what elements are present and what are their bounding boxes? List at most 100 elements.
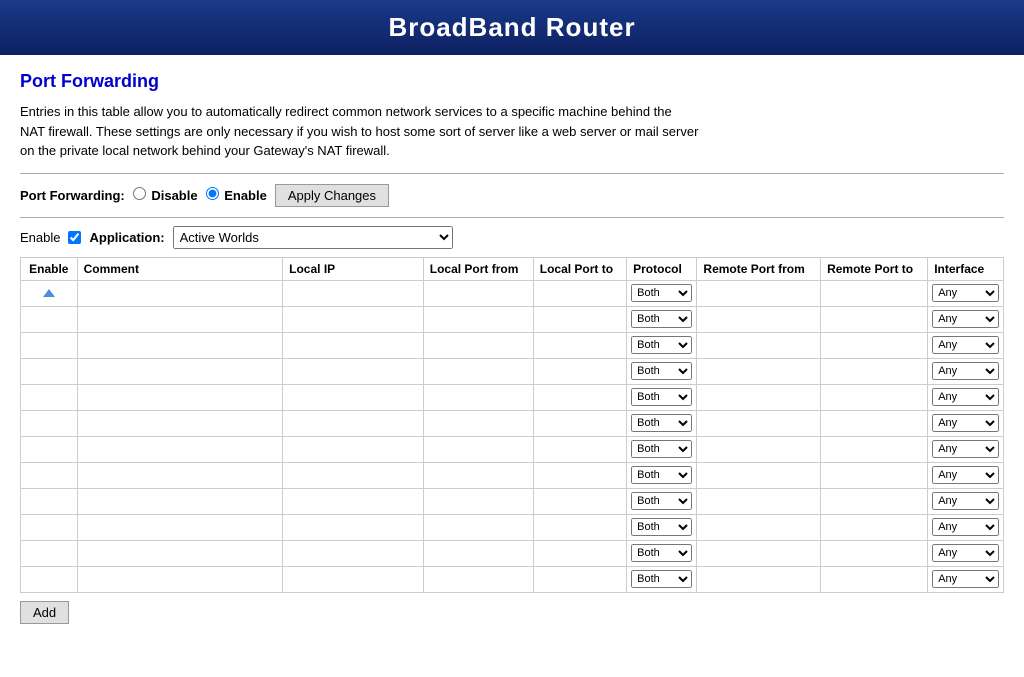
protocol-select[interactable]: BothTCPUDP bbox=[631, 414, 692, 432]
local-port-to-input[interactable] bbox=[538, 312, 622, 326]
local-port-from-input[interactable] bbox=[428, 286, 529, 300]
local-ip-input[interactable] bbox=[287, 286, 419, 300]
comment-input[interactable] bbox=[82, 442, 279, 456]
interface-select[interactable]: AnyWANLAN bbox=[932, 544, 999, 562]
remote-port-from-input[interactable] bbox=[701, 572, 816, 586]
interface-select[interactable]: AnyWANLAN bbox=[932, 518, 999, 536]
comment-input[interactable] bbox=[82, 416, 279, 430]
local-port-to-input[interactable] bbox=[538, 494, 622, 508]
local-port-to-input[interactable] bbox=[538, 442, 622, 456]
local-port-from-input[interactable] bbox=[428, 494, 529, 508]
local-port-from-input[interactable] bbox=[428, 520, 529, 534]
local-ip-input[interactable] bbox=[287, 416, 419, 430]
protocol-select[interactable]: BothTCPUDP bbox=[631, 440, 692, 458]
remote-port-to-input[interactable] bbox=[825, 364, 923, 378]
remote-port-from-input[interactable] bbox=[701, 338, 816, 352]
protocol-select[interactable]: BothTCPUDP bbox=[631, 466, 692, 484]
local-ip-input[interactable] bbox=[287, 546, 419, 560]
remote-port-from-input[interactable] bbox=[701, 546, 816, 560]
local-port-to-input[interactable] bbox=[538, 338, 622, 352]
application-select[interactable]: Active Worlds AIM BitTorrent FTP HTTP HT… bbox=[173, 226, 453, 249]
remote-port-to-input[interactable] bbox=[825, 468, 923, 482]
local-port-from-input[interactable] bbox=[428, 390, 529, 404]
local-ip-input[interactable] bbox=[287, 390, 419, 404]
remote-port-from-input[interactable] bbox=[701, 468, 816, 482]
local-port-to-input[interactable] bbox=[538, 546, 622, 560]
local-port-from-input[interactable] bbox=[428, 442, 529, 456]
local-ip-input[interactable] bbox=[287, 494, 419, 508]
local-port-to-input[interactable] bbox=[538, 468, 622, 482]
remote-port-to-input[interactable] bbox=[825, 390, 923, 404]
local-ip-input[interactable] bbox=[287, 364, 419, 378]
interface-select[interactable]: AnyWANLAN bbox=[932, 466, 999, 484]
local-ip-input[interactable] bbox=[287, 442, 419, 456]
remote-port-to-input[interactable] bbox=[825, 494, 923, 508]
add-button[interactable]: Add bbox=[20, 601, 69, 624]
remote-port-from-input[interactable] bbox=[701, 520, 816, 534]
interface-select[interactable]: AnyWANLAN bbox=[932, 336, 999, 354]
disable-radio[interactable] bbox=[133, 187, 146, 200]
remote-port-to-input[interactable] bbox=[825, 520, 923, 534]
local-port-from-input[interactable] bbox=[428, 572, 529, 586]
protocol-select[interactable]: BothTCPUDP bbox=[631, 492, 692, 510]
local-ip-input[interactable] bbox=[287, 468, 419, 482]
protocol-select[interactable]: BothTCPUDP bbox=[631, 310, 692, 328]
interface-select[interactable]: AnyWANLAN bbox=[932, 388, 999, 406]
remote-port-from-input[interactable] bbox=[701, 286, 816, 300]
interface-select[interactable]: AnyWANLAN bbox=[932, 284, 999, 302]
enable-radio[interactable] bbox=[206, 187, 219, 200]
remote-port-from-input[interactable] bbox=[701, 494, 816, 508]
protocol-select[interactable]: BothTCPUDP bbox=[631, 388, 692, 406]
enable-checkbox[interactable] bbox=[68, 231, 81, 244]
interface-select[interactable]: AnyWANLAN bbox=[932, 362, 999, 380]
interface-select[interactable]: AnyWANLAN bbox=[932, 414, 999, 432]
local-port-to-input[interactable] bbox=[538, 572, 622, 586]
comment-input[interactable] bbox=[82, 572, 279, 586]
local-ip-input[interactable] bbox=[287, 520, 419, 534]
apply-changes-button[interactable]: Apply Changes bbox=[275, 184, 389, 207]
remote-port-to-input[interactable] bbox=[825, 442, 923, 456]
local-port-to-input[interactable] bbox=[538, 390, 622, 404]
local-port-from-input[interactable] bbox=[428, 364, 529, 378]
remote-port-from-input[interactable] bbox=[701, 416, 816, 430]
remote-port-to-input[interactable] bbox=[825, 416, 923, 430]
protocol-select[interactable]: BothTCPUDP bbox=[631, 570, 692, 588]
local-port-from-input[interactable] bbox=[428, 312, 529, 326]
comment-input[interactable] bbox=[82, 338, 279, 352]
local-port-to-input[interactable] bbox=[538, 416, 622, 430]
remote-port-from-input[interactable] bbox=[701, 390, 816, 404]
remote-port-to-input[interactable] bbox=[825, 546, 923, 560]
comment-input[interactable] bbox=[82, 364, 279, 378]
local-port-from-input[interactable] bbox=[428, 338, 529, 352]
comment-input[interactable] bbox=[82, 546, 279, 560]
comment-input[interactable] bbox=[82, 520, 279, 534]
local-port-to-input[interactable] bbox=[538, 364, 622, 378]
remote-port-to-input[interactable] bbox=[825, 572, 923, 586]
remote-port-from-input[interactable] bbox=[701, 312, 816, 326]
local-ip-input[interactable] bbox=[287, 572, 419, 586]
interface-select[interactable]: AnyWANLAN bbox=[932, 310, 999, 328]
comment-input[interactable] bbox=[82, 286, 279, 300]
local-port-from-input[interactable] bbox=[428, 546, 529, 560]
remote-port-to-input[interactable] bbox=[825, 312, 923, 326]
comment-input[interactable] bbox=[82, 468, 279, 482]
comment-input[interactable] bbox=[82, 312, 279, 326]
remote-port-from-input[interactable] bbox=[701, 364, 816, 378]
remote-port-to-input[interactable] bbox=[825, 338, 923, 352]
interface-select[interactable]: AnyWANLAN bbox=[932, 492, 999, 510]
comment-input[interactable] bbox=[82, 390, 279, 404]
protocol-select[interactable]: BothTCPUDP bbox=[631, 362, 692, 380]
remote-port-from-input[interactable] bbox=[701, 442, 816, 456]
protocol-select[interactable]: BothTCPUDP bbox=[631, 284, 692, 302]
interface-select[interactable]: AnyWANLAN bbox=[932, 570, 999, 588]
comment-input[interactable] bbox=[82, 494, 279, 508]
local-port-to-input[interactable] bbox=[538, 286, 622, 300]
protocol-select[interactable]: BothTCPUDP bbox=[631, 518, 692, 536]
protocol-select[interactable]: BothTCPUDP bbox=[631, 544, 692, 562]
local-ip-input[interactable] bbox=[287, 338, 419, 352]
protocol-select[interactable]: BothTCPUDP bbox=[631, 336, 692, 354]
local-port-from-input[interactable] bbox=[428, 468, 529, 482]
remote-port-to-input[interactable] bbox=[825, 286, 923, 300]
local-ip-input[interactable] bbox=[287, 312, 419, 326]
local-port-from-input[interactable] bbox=[428, 416, 529, 430]
